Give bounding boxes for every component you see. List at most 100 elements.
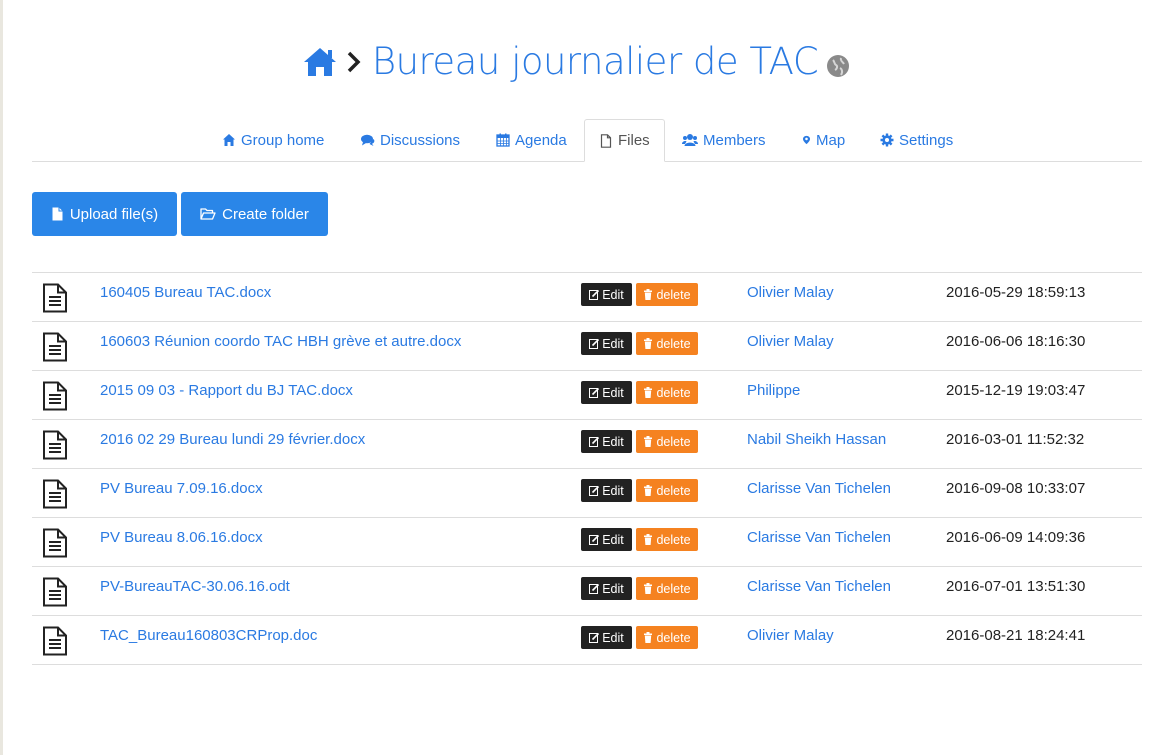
map-marker-icon [802,135,811,145]
document-icon [43,479,67,509]
edit-label: Edit [602,385,624,400]
file-name-link[interactable]: PV Bureau 8.06.16.docx [100,529,263,546]
home-icon[interactable] [302,46,338,78]
delete-label: delete [656,336,691,351]
trash-icon [644,436,653,447]
author-link[interactable]: Clarisse Van Tichelen [747,480,891,497]
tab-label: Members [703,131,766,149]
page-header: Bureau journalier de TAC [0,40,1152,83]
edit-button[interactable]: Edit [581,479,632,502]
edit-icon [589,436,600,447]
delete-button[interactable]: delete [636,381,698,404]
upload-files-button[interactable]: Upload file(s) [32,192,177,236]
edit-icon [589,583,600,594]
delete-button[interactable]: delete [636,626,698,649]
edit-icon [589,387,600,398]
tab-agenda[interactable]: Agenda [496,119,567,161]
author-link[interactable]: Nabil Sheikh Hassan [747,431,886,448]
file-row: 2015 09 03 - Rapport du BJ TAC.docx Edit d… [32,370,1142,419]
trash-icon [644,583,653,594]
trash-icon [644,485,653,496]
document-icon [43,577,67,607]
comments-icon [361,134,375,146]
tab-label: Discussions [380,131,461,149]
delete-button[interactable]: delete [636,577,698,600]
files-table: 160405 Bureau TAC.docx Edit delete Olivier … [32,272,1142,665]
file-date: 2016-07-01 13:51:30 [946,578,1086,595]
edit-button[interactable]: Edit [581,332,632,355]
author-link[interactable]: Philippe [747,382,800,399]
file-row: 160603 Réunion coordo TAC HBH grève et a… [32,321,1142,370]
delete-label: delete [656,532,691,547]
file-date: 2016-09-08 10:33:07 [946,480,1086,497]
document-icon [43,430,67,460]
document-icon [43,283,67,313]
author-link[interactable]: Clarisse Van Tichelen [747,529,891,546]
create-folder-button[interactable]: Create folder [181,192,328,236]
file-row: 160405 Bureau TAC.docx Edit delete Olivier … [32,272,1142,321]
globe-icon [827,54,850,77]
file-name-link[interactable]: 2015 09 03 - Rapport du BJ TAC.docx [100,382,353,399]
file-date: 2016-06-09 14:09:36 [946,529,1086,546]
edit-button[interactable]: Edit [581,577,632,600]
edit-button[interactable]: Edit [581,528,632,551]
edit-button[interactable]: Edit [581,626,632,649]
file-row: TAC_Bureau160803CRProp.doc Edit delete Oliv… [32,615,1142,664]
tab-discussions[interactable]: Discussions [361,119,460,161]
file-name-link[interactable]: PV-BureauTAC-30.06.16.odt [100,578,290,595]
delete-label: delete [656,434,691,449]
tab-label: Map [816,131,846,149]
users-icon [682,134,698,146]
delete-label: delete [656,483,691,498]
tab-files[interactable]: Files [584,119,665,162]
author-link[interactable]: Olivier Malay [747,333,834,350]
delete-button[interactable]: delete [636,479,698,502]
tab-members[interactable]: Members [682,119,766,161]
home-icon [223,134,235,146]
tab-map[interactable]: Map [802,119,845,161]
file-row: PV-BureauTAC-30.06.16.odt Edit delete Clari… [32,566,1142,615]
author-link[interactable]: Clarisse Van Tichelen [747,578,891,595]
delete-label: delete [656,581,691,596]
tab-group-home[interactable]: Group home [222,119,324,161]
file-row: PV Bureau 7.09.16.docx Edit delete Clarisse… [32,468,1142,517]
edit-icon [589,534,600,545]
delete-button[interactable]: delete [636,430,698,453]
file-name-link[interactable]: PV Bureau 7.09.16.docx [100,480,263,497]
calendar-icon [496,133,510,147]
delete-button[interactable]: delete [636,528,698,551]
group-tabs: Group home Discussions Agenda Files Memb… [32,119,1142,162]
file-icon [52,207,63,221]
delete-button[interactable]: delete [636,283,698,306]
upload-label: Upload file(s) [69,205,159,223]
create-folder-label: Create folder [222,205,309,223]
chevron-right-icon [347,51,361,72]
delete-label: delete [656,630,691,645]
file-date: 2016-06-06 18:16:30 [946,333,1086,350]
edit-label: Edit [602,434,624,449]
table-divider [32,664,1142,665]
file-name-link[interactable]: 160405 Bureau TAC.docx [100,284,271,301]
file-date: 2016-03-01 11:52:32 [946,431,1085,448]
file-name-link[interactable]: 2016 02 29 Bureau lundi 29 février.docx [100,431,365,448]
delete-button[interactable]: delete [636,332,698,355]
author-link[interactable]: Olivier Malay [747,627,834,644]
author-link[interactable]: Olivier Malay [747,284,834,301]
file-name-link[interactable]: 160603 Réunion coordo TAC HBH grève et a… [100,333,461,350]
trash-icon [644,338,653,349]
edit-button[interactable]: Edit [581,283,632,306]
tab-settings[interactable]: Settings [880,119,953,161]
delete-label: delete [656,287,691,302]
tab-label: Agenda [515,131,567,149]
edit-button[interactable]: Edit [581,430,632,453]
file-date: 2016-05-29 18:59:13 [946,284,1086,301]
tab-label: Settings [899,131,954,149]
file-date: 2016-08-21 18:24:41 [946,627,1086,644]
document-icon [43,626,67,656]
page-title: Bureau journalier de TAC [371,40,819,83]
file-name-link[interactable]: TAC_Bureau160803CRProp.doc [100,627,317,644]
edit-label: Edit [602,581,624,596]
document-icon [43,332,67,362]
file-row: PV Bureau 8.06.16.docx Edit delete Clarisse… [32,517,1142,566]
edit-button[interactable]: Edit [581,381,632,404]
